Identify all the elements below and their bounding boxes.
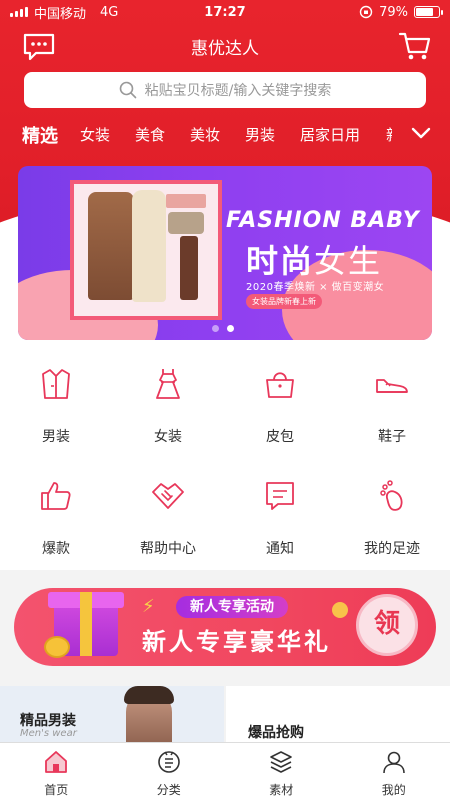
tab-category[interactable]: 分类 <box>113 743 226 800</box>
new-user-promo[interactable]: ⚡ 新人专享活动 新人专享豪华礼 领 <box>14 588 436 666</box>
profile-icon <box>382 751 405 774</box>
gift-box-illustration <box>44 578 130 662</box>
tab-featured[interactable]: 精选 <box>22 122 58 148</box>
promo-section: ⚡ 新人专享活动 新人专享豪华礼 领 <box>0 570 450 686</box>
coat-icon <box>42 369 70 399</box>
grid-item-notice[interactable]: 通知 <box>224 478 336 558</box>
banner-headline-light: 女生 <box>314 242 383 280</box>
promo-headline: 新人专享豪华礼 <box>142 628 331 656</box>
message-icon[interactable] <box>22 32 56 62</box>
status-bar: 中国移动 4G 17:27 79% <box>0 0 450 24</box>
banner-palette <box>166 194 206 208</box>
title-bar: 惠优达人 <box>0 28 450 64</box>
bottom-tab-bar: 首页 分类 素材 我的 <box>0 742 450 800</box>
card-mens-wear[interactable]: 精品男装 Men's wear <box>0 686 224 742</box>
tab-label: 我的 <box>381 783 406 797</box>
promo-banner[interactable]: FASHION BABY 时尚女生 2020春季焕新 × 做百变潮女 女装品牌新… <box>18 166 432 340</box>
search-placeholder: 粘贴宝贝标题/输入关键字搜索 <box>144 83 332 99</box>
card-title: 精品男装 <box>20 713 76 729</box>
tab-beauty[interactable]: 美妆 <box>190 124 220 145</box>
grid-label: 爆款 <box>42 541 70 557</box>
banner-dot-active[interactable] <box>227 325 234 332</box>
card-hot-deals[interactable]: 爆品抢购 <box>226 686 450 742</box>
grid-item-mens[interactable]: 男装 <box>0 366 112 446</box>
search-input[interactable]: 粘贴宝贝标题/输入关键字搜索 <box>24 72 426 108</box>
tab-materials[interactable]: 素材 <box>225 743 338 800</box>
grid-label: 通知 <box>266 541 294 557</box>
handbag-icon <box>266 372 294 398</box>
tab-profile[interactable]: 我的 <box>338 743 450 800</box>
cart-icon[interactable] <box>398 30 432 62</box>
clock: 17:27 <box>204 4 246 20</box>
grid-label: 我的足迹 <box>364 541 420 557</box>
category-icon <box>157 751 180 773</box>
banner-bag <box>168 212 204 234</box>
feature-cards: 精品男装 Men's wear 爆品抢购 <box>0 686 450 742</box>
lightning-icon: ⚡ <box>142 596 155 617</box>
grid-item-hot[interactable]: 爆款 <box>0 478 112 558</box>
banner-pagination <box>212 325 234 332</box>
banner-headline-en: FASHION BABY <box>226 208 420 233</box>
grid-item-shoes[interactable]: 鞋子 <box>336 366 448 446</box>
tab-household[interactable]: 居家日用 <box>300 124 360 145</box>
banner-headline-bold: 时尚 <box>246 242 315 280</box>
tab-overflow[interactable]: 新 <box>386 124 392 145</box>
banner-headline-cn: 时尚女生 <box>246 236 382 282</box>
tab-womens[interactable]: 女装 <box>80 124 110 145</box>
model-photo-hair <box>124 686 174 704</box>
tab-label: 分类 <box>156 783 181 797</box>
notice-icon <box>266 482 294 510</box>
grid-label: 皮包 <box>266 429 294 445</box>
search-icon <box>119 81 136 99</box>
banner-subline: 2020春季焕新 × 做百变潮女 <box>246 282 385 293</box>
page-title: 惠优达人 <box>191 38 259 58</box>
grid-label: 男装 <box>42 429 70 445</box>
tab-mens[interactable]: 男装 <box>245 124 275 145</box>
shoe-icon <box>376 379 408 393</box>
banner-pill: 女装品牌新春上新 <box>246 294 322 309</box>
handshake-icon <box>152 483 184 509</box>
grid-label: 帮助中心 <box>140 541 196 557</box>
thumbs-up-icon <box>41 482 71 510</box>
banner-boot <box>180 236 198 300</box>
grid-item-footprint[interactable]: 我的足迹 <box>336 478 448 558</box>
grid-item-bags[interactable]: 皮包 <box>224 366 336 446</box>
app-screen: 中国移动 4G 17:27 79% 惠优达人 粘贴宝贝标题/输入关键字搜索 精选… <box>0 0 450 800</box>
tab-food[interactable]: 美食 <box>135 124 165 145</box>
footprint-icon <box>380 480 403 511</box>
banner-dress <box>132 190 166 302</box>
grid-item-help[interactable]: 帮助中心 <box>112 478 224 558</box>
category-tabs: 精选 女装 美食 美妆 男装 居家日用 新 <box>0 118 450 150</box>
tab-label: 素材 <box>269 783 294 797</box>
banner-scarf <box>88 192 134 300</box>
card-subtitle: Men's wear <box>20 728 77 739</box>
grid-label: 女装 <box>154 429 182 445</box>
card-title: 爆品抢购 <box>248 725 304 741</box>
layers-icon <box>270 751 293 773</box>
banner-dot[interactable] <box>212 325 219 332</box>
promo-tag: 新人专享活动 <box>176 596 288 618</box>
coin-decoration <box>332 602 348 618</box>
dress-icon <box>156 369 180 399</box>
tab-label: 首页 <box>44 783 69 797</box>
grid-item-womens[interactable]: 女装 <box>112 366 224 446</box>
grid-label: 鞋子 <box>378 429 406 445</box>
home-icon <box>45 751 68 773</box>
chevron-down-icon[interactable] <box>410 124 432 142</box>
claim-button[interactable]: 领 <box>356 594 418 656</box>
tab-home[interactable]: 首页 <box>0 743 113 800</box>
battery-icon <box>414 6 443 18</box>
